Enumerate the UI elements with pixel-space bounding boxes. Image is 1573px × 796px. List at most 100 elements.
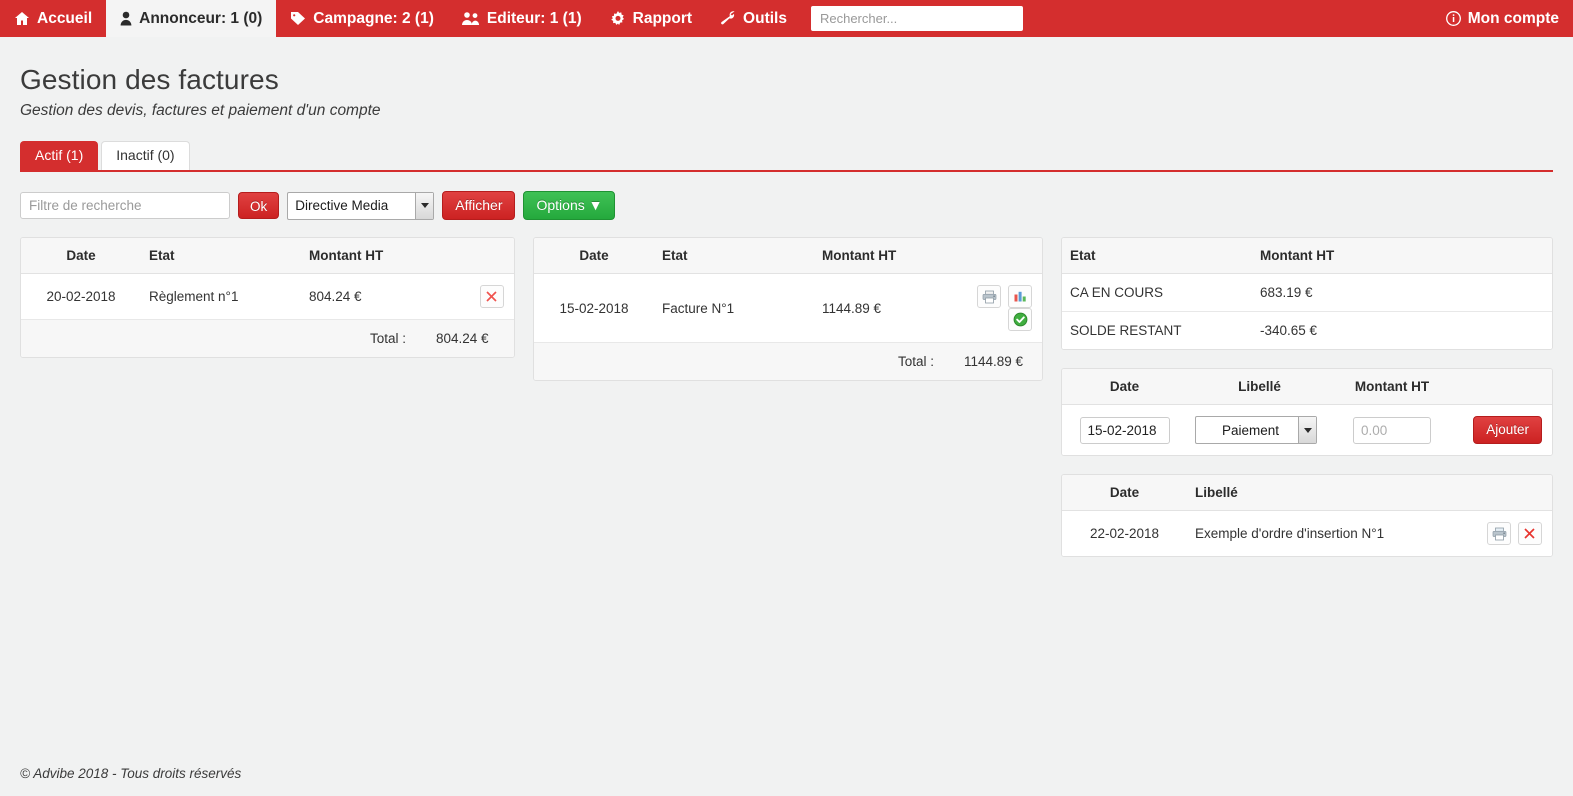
wrench-icon (720, 11, 736, 26)
payment-date-input[interactable] (1079, 416, 1170, 444)
gear-icon (610, 10, 626, 27)
users-icon (461, 11, 480, 26)
page-title: Gestion des factures (20, 64, 279, 95)
summary-column: Etat Montant HT CA EN COURS 683.19 € SOL… (1061, 237, 1553, 557)
invoices-table: Date Etat Montant HT 15-02-2018 Facture … (534, 238, 1042, 380)
nav-item-label: Campagne: 2 (1) (313, 9, 434, 27)
header-etat: Etat (654, 238, 814, 274)
cell-actions (428, 273, 514, 320)
header-etat: Etat (141, 238, 301, 274)
header-libelle: Libellé (1187, 475, 1552, 511)
tab-actif[interactable]: Actif (1) (20, 141, 99, 170)
nav-account-label: Mon compte (1467, 9, 1559, 27)
nav-item-editeur[interactable]: Editeur: 1 (1) (448, 0, 596, 37)
payments-panel: Date Etat Montant HT 20-02-2018 Règlemen… (20, 237, 515, 358)
nav-item-label: Annonceur: 1 (0) (139, 9, 263, 27)
header-libelle: Libellé (1187, 369, 1332, 405)
total-value: 1144.89 € (956, 342, 1042, 380)
validate-icon[interactable] (1008, 308, 1032, 331)
payment-libelle-select[interactable]: Paiement (1195, 416, 1317, 444)
nav-item-label: Editeur: 1 (1) (486, 9, 582, 27)
payment-amount-input[interactable] (1353, 416, 1431, 444)
afficher-button[interactable]: Afficher (442, 191, 516, 220)
add-payment-panel: Date Libellé Montant HT 15-02-2018 Paiem… (1061, 368, 1553, 456)
nav-item-accueil[interactable]: Accueil (0, 0, 106, 37)
global-search (810, 0, 1023, 37)
libelle-cell: Paiement (1187, 404, 1332, 455)
header-amount: Montant HT (814, 238, 1042, 274)
cell-date: 22-02-2018 (1062, 510, 1187, 556)
top-navigation-bar: Accueil Annonceur: 1 (0) Campagne: 2 (1)… (0, 0, 1573, 37)
cell-amount: 804.24 € (301, 273, 428, 320)
nav-item-label: Accueil (37, 9, 93, 27)
table-row: CA EN COURS 683.19 € (1062, 273, 1552, 312)
table-row: 15-02-2018 Facture N°1 1144.89 € (534, 273, 1042, 343)
nav-item-label: Outils (743, 9, 787, 27)
orders-table: Date Libellé 22-02-2018 Exemple d'ordre … (1062, 475, 1552, 556)
search-input[interactable] (810, 6, 1023, 31)
table-header-row: Etat Montant HT (1062, 238, 1552, 274)
header-etat: Etat (1062, 238, 1252, 274)
summary-panel: Etat Montant HT CA EN COURS 683.19 € SOL… (1061, 237, 1553, 350)
table-header-row: Date Libellé (1062, 475, 1552, 511)
chevron-down-icon[interactable] (415, 192, 434, 219)
payments-column: Date Etat Montant HT 20-02-2018 Règlemen… (20, 237, 515, 358)
add-action-cell: Ajouter (1452, 404, 1552, 455)
chart-icon[interactable] (1008, 285, 1032, 308)
add-payment-row: Paiement Ajouter (1062, 404, 1552, 455)
payments-table: Date Etat Montant HT 20-02-2018 Règlemen… (21, 238, 514, 357)
cell-etat: Facture N°1 (654, 273, 814, 343)
chevron-down-icon[interactable] (1298, 417, 1316, 443)
footer-copyright: © Advibe 2018 - Tous droits réservés (20, 766, 242, 781)
cell-date: 20-02-2018 (21, 273, 141, 320)
directive-select[interactable]: Directive Media (287, 191, 435, 220)
content-columns: Date Etat Montant HT 20-02-2018 Règlemen… (20, 237, 1553, 557)
cell-label: CA EN COURS (1062, 273, 1252, 312)
nav-item-outils[interactable]: Outils (706, 0, 801, 37)
header-date: Date (1062, 475, 1187, 511)
delete-icon[interactable] (1518, 522, 1542, 545)
table-header-row: Date Etat Montant HT (534, 238, 1042, 274)
payment-libelle-value: Paiement (1221, 422, 1280, 438)
total-spacer (534, 342, 814, 380)
nav-item-campagne[interactable]: Campagne: 2 (1) (276, 0, 448, 37)
cell-label: SOLDE RESTANT (1062, 311, 1252, 349)
header-action-spacer (1452, 369, 1552, 405)
amount-cell (1332, 404, 1452, 455)
cell-amount: 1144.89 € (814, 273, 956, 343)
total-label: Total : (814, 342, 956, 380)
table-row: SOLDE RESTANT -340.65 € (1062, 311, 1552, 349)
cell-amount: -340.65 € (1252, 311, 1552, 349)
info-circle-icon (1445, 11, 1461, 26)
nav-item-annonceur[interactable]: Annonceur: 1 (0) (106, 0, 277, 37)
add-payment-table: Date Libellé Montant HT 15-02-2018 Paiem… (1062, 369, 1552, 455)
cell-actions (956, 273, 1042, 343)
filter-search-input[interactable] (20, 192, 230, 219)
total-spacer (21, 319, 301, 357)
tab-inactif[interactable]: Inactif (0) (101, 141, 190, 170)
invoices-column: Date Etat Montant HT 15-02-2018 Facture … (533, 237, 1043, 381)
nav-item-mon-compte[interactable]: Mon compte (1432, 10, 1573, 28)
ajouter-button[interactable]: Ajouter (1473, 416, 1542, 444)
nav-right-group: Mon compte (1432, 0, 1573, 37)
print-icon[interactable] (977, 285, 1002, 308)
orders-panel: Date Libellé 22-02-2018 Exemple d'ordre … (1061, 474, 1553, 557)
nav-item-rapport[interactable]: Rapport (596, 0, 706, 37)
header-date: Date (21, 238, 141, 274)
table-header-row: Date Libellé Montant HT (1062, 369, 1552, 405)
cell-etat: Règlement n°1 (141, 273, 301, 320)
delete-icon[interactable] (480, 285, 504, 308)
ok-button[interactable]: Ok (238, 192, 280, 219)
header-date: Date (534, 238, 654, 274)
options-button[interactable]: Options ▼ (523, 191, 616, 220)
user-icon (120, 11, 132, 26)
print-icon[interactable] (1487, 522, 1512, 545)
date-cell (1062, 404, 1187, 455)
header-amount: Montant HT (1332, 369, 1452, 405)
summary-table: Etat Montant HT CA EN COURS 683.19 € SOL… (1062, 238, 1552, 349)
header-amount: Montant HT (1252, 238, 1552, 274)
table-total-row: Total : 1144.89 € (534, 342, 1042, 380)
page-content: Gestion des factures Gestion des devis, … (0, 64, 1573, 557)
table-row: 20-02-2018 Règlement n°1 804.24 € (21, 273, 514, 320)
cell-date: 15-02-2018 (534, 273, 654, 343)
